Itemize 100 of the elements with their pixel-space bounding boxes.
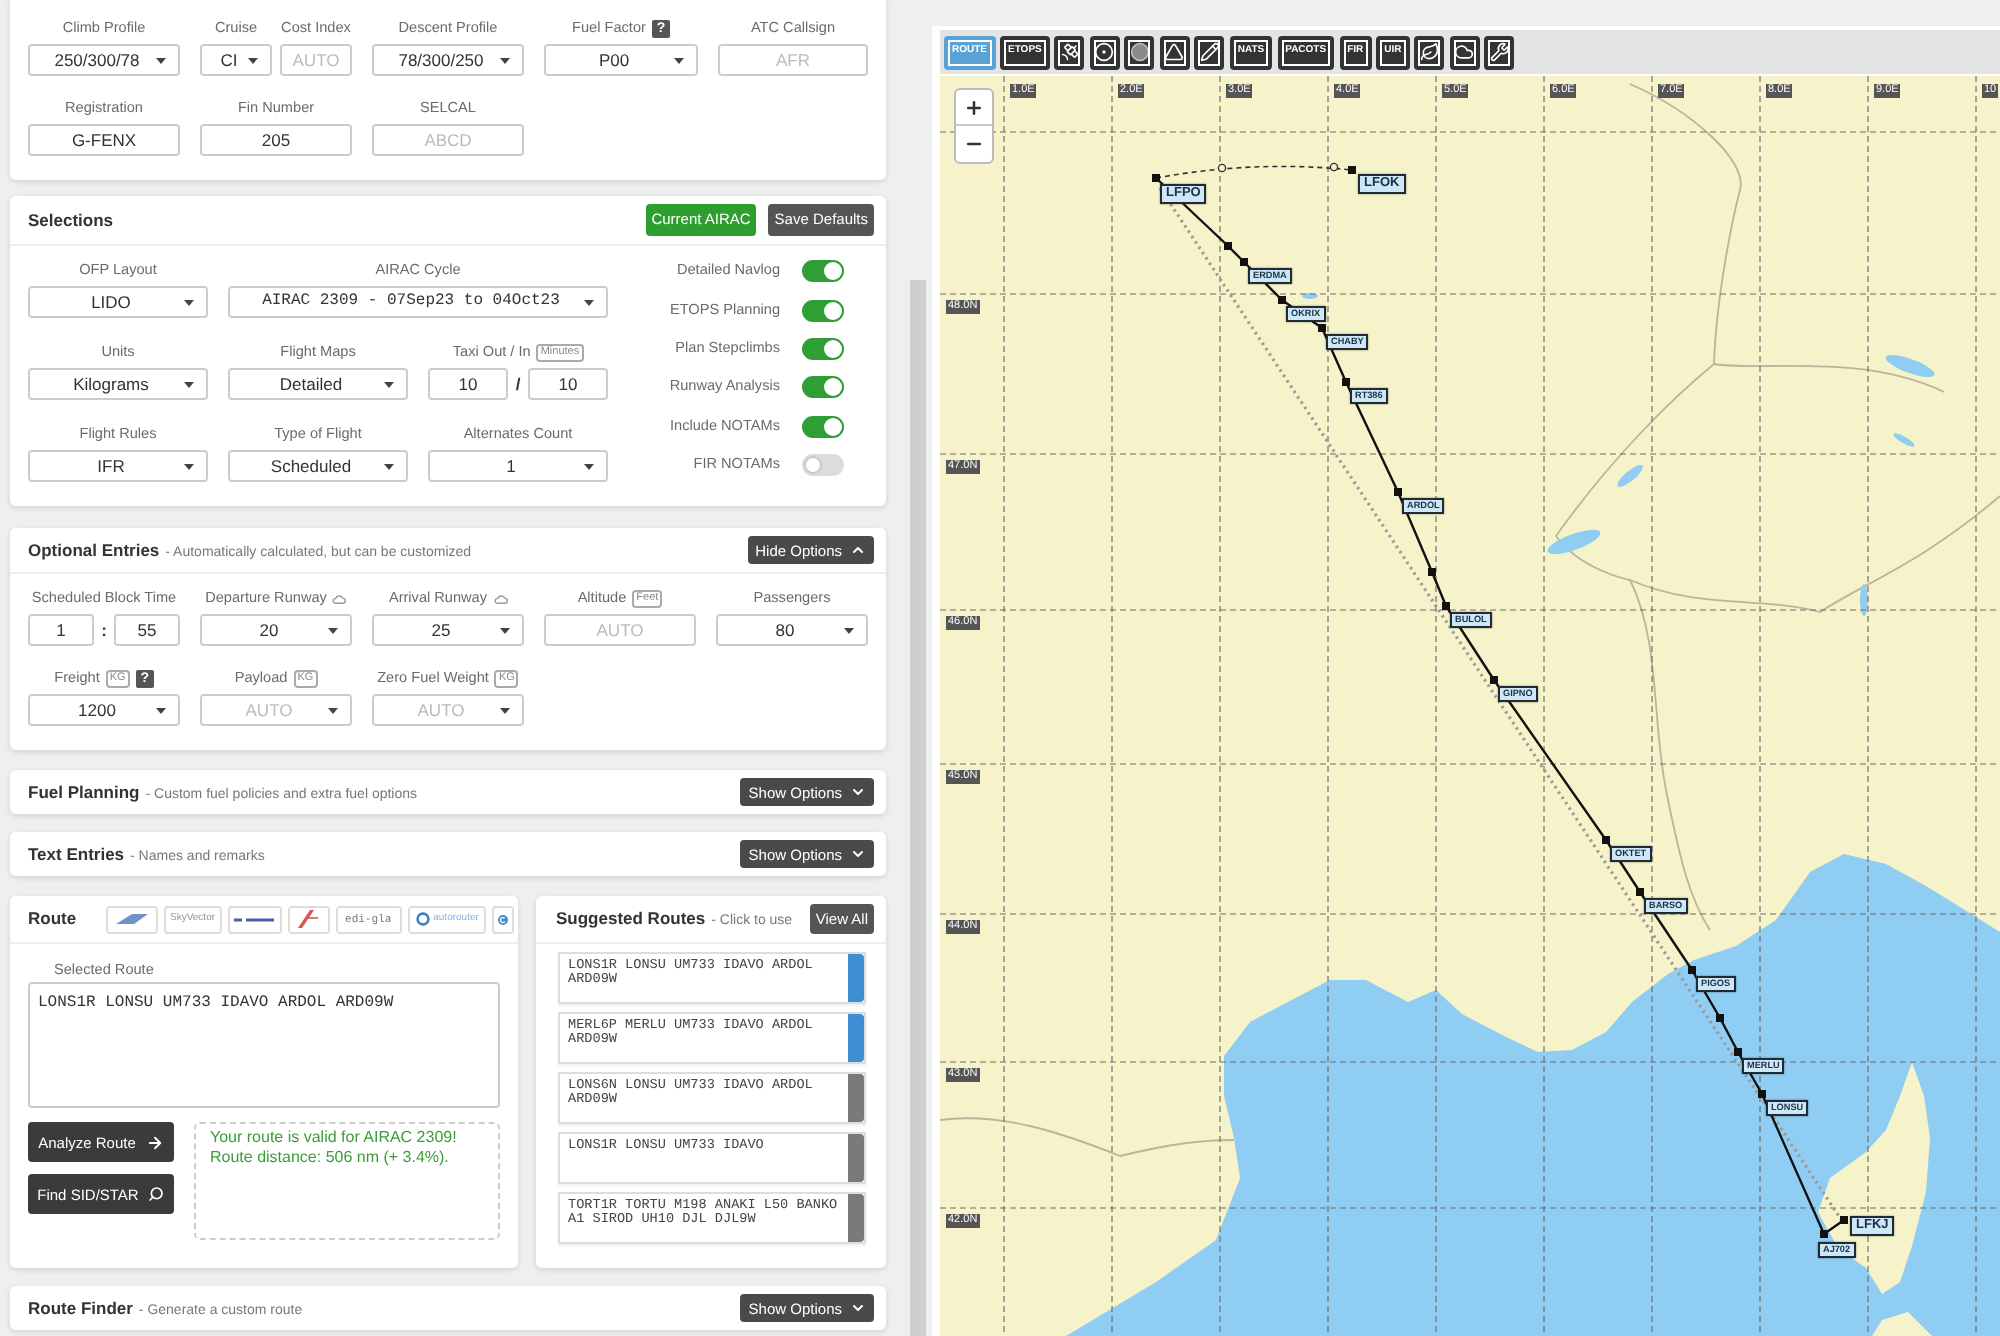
section-title: Fuel Planning [28,779,140,805]
caret-icon [156,707,166,714]
planner-link-button[interactable] [492,905,515,934]
dropdown[interactable]: 1 [428,450,608,483]
satellite-icon [1059,42,1080,62]
map-layer-button[interactable] [1054,35,1085,69]
dropdown[interactable]: Kilograms [28,368,208,401]
dropdown[interactable]: AIRAC 2309 - 07Sep23 to 04Oct23 [228,286,608,318]
map-layer-button[interactable] [1194,35,1225,69]
wrench-icon [1489,42,1510,62]
waypoint-marker-icon [1820,1230,1828,1238]
caret-icon [584,299,594,305]
section-title: Route [28,906,79,933]
caret-icon [328,707,338,714]
input-field[interactable]: ABCD [372,124,524,156]
toggle-switch[interactable] [802,454,844,477]
cloud-icon [1454,42,1475,62]
search-icon [148,1186,165,1203]
dropdown[interactable]: 20 [200,614,352,647]
map-layer-button[interactable] [1484,35,1515,69]
input-field[interactable]: AUTO [544,614,696,647]
waypoint-marker-icon [1840,1216,1848,1224]
waypoint-circle-icon [1329,162,1339,172]
slash-logo-icon [296,910,321,929]
section-title: Optional Entries [28,537,160,563]
toggle-switch[interactable] [802,260,844,283]
planner-link-button[interactable] [227,905,282,934]
arrow-right-icon [145,1133,164,1152]
caret-icon [328,627,338,634]
waypoint-marker-icon [1688,966,1696,974]
map-layer-button[interactable] [1159,35,1190,69]
separator: : [99,622,109,640]
caret-icon [500,627,510,634]
dropdown[interactable]: Detailed [228,368,408,401]
toggle-switch[interactable] [802,337,844,360]
section-title: Selections [28,207,114,233]
waypoint-marker-icon [1224,242,1232,250]
planner-link-button[interactable] [287,905,330,934]
dropdown[interactable]: 1200 [28,694,180,727]
map-layer-button[interactable] [1449,35,1480,69]
validation-message: Your route is valid for AIRAC 2309! Route distance: 506 nm (+ 3.4%). [210,1128,459,1169]
waypoint-marker-icon [1428,568,1436,576]
input-field[interactable]: 205 [200,124,352,156]
caret-icon [384,381,394,388]
waypoint-marker-icon [1442,602,1450,610]
input-field[interactable]: G-FENX [28,124,180,156]
waypoint-marker-icon [1348,166,1356,174]
caret-icon [500,707,510,714]
caret-icon [844,627,854,634]
circle-dot-icon [1094,42,1115,62]
dropdown[interactable]: P00 [544,44,698,76]
input-field[interactable]: 1 [28,614,94,647]
caret-icon [584,463,594,470]
input-field[interactable]: AUTO [280,44,352,76]
dropdown[interactable]: LIDO [28,286,208,318]
stripe-logo-icon [234,917,275,922]
input-field[interactable]: 10 [528,368,608,401]
dropdown[interactable]: 25 [372,614,524,647]
pencil-icon [1199,42,1220,62]
chevron-down-icon [850,784,866,801]
caret-icon [156,57,166,63]
input-field[interactable]: 10 [428,368,508,401]
dropdown[interactable]: 78/300/250 [372,44,524,76]
route-textarea[interactable]: LONS1R LONSU UM733 IDAVO ARDOL ARD09W [28,982,500,1109]
section-title: Suggested Routes [556,906,706,932]
caret-icon [184,299,194,305]
caret-icon [384,463,394,470]
caret-icon [500,57,510,63]
map-layer-button[interactable] [1124,35,1155,69]
dropdown[interactable]: CI [200,44,272,76]
chevron-down-icon [850,846,866,863]
ring-icon [415,912,430,927]
toggle-switch[interactable] [802,415,844,438]
waypoint-marker-icon [1758,1090,1766,1098]
dropdown[interactable]: IFR [28,450,208,483]
wing-logo-icon [114,912,150,927]
waypoint-marker-icon [1318,324,1326,332]
input-field[interactable]: AFR [718,44,868,76]
disc-icon [1129,42,1150,62]
waypoint-marker-icon [1490,676,1498,684]
input-field[interactable]: 55 [114,614,180,647]
toggle-switch[interactable] [802,376,844,399]
waypoint-marker-icon [1394,488,1402,496]
planner-link-button[interactable] [106,905,158,934]
waypoint-marker-icon [1734,1048,1742,1056]
caret-icon [184,463,194,470]
map-layer-button[interactable] [1089,35,1120,69]
dropdown[interactable]: Scheduled [228,450,408,483]
waypoint-circle-icon [1217,163,1227,173]
caret-icon [248,57,258,63]
dropdown[interactable]: 80 [716,614,868,647]
chevron-up-icon [850,542,866,559]
waypoint-marker-icon [1152,174,1160,182]
map-layer-button[interactable] [1414,35,1445,69]
dropdown[interactable]: 250/300/78 [28,44,180,76]
waypoint-marker-icon [1342,378,1350,386]
section-title: Text Entries [28,841,125,867]
scrollbar-thumb[interactable] [910,280,926,1336]
waypoint-marker-icon [1240,258,1248,266]
toggle-switch[interactable] [802,299,844,322]
